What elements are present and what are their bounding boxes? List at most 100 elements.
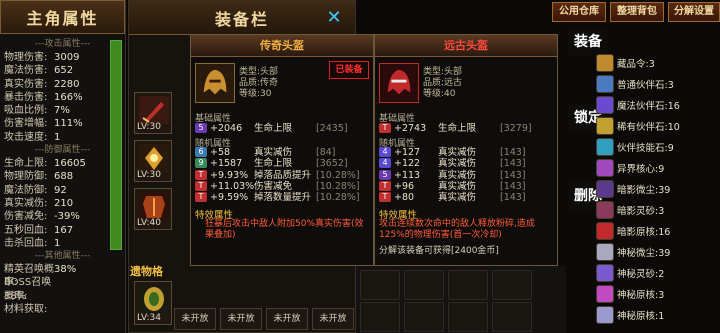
attribute-value: 92 [54, 184, 67, 196]
stat-name: 生命上限 [438, 123, 477, 134]
stat-line: T +9.59% 掉落数量提升 [10.28%] [195, 192, 360, 203]
stat-range: [10.28%] [316, 180, 360, 192]
attribute-value: 688 [54, 171, 74, 183]
attribute-name: 魔法伤害: [4, 65, 48, 77]
equip-slot-necklace[interactable]: LV:30 [134, 140, 172, 182]
legendary-helmet-icon [195, 63, 235, 103]
inventory-item-label: 神秘原核:3 [617, 289, 665, 301]
inventory-item[interactable]: 稀有伙伴石:10 [596, 115, 720, 136]
stat-range: [10.28%] [316, 169, 360, 181]
material-icon [596, 263, 614, 282]
armor-icon [139, 192, 169, 220]
stat-line: 4 +127 真实减伤 [143] [379, 147, 526, 158]
stat-name: 真实减伤 [438, 192, 477, 204]
shared-warehouse-button[interactable]: 公用仓库 [552, 2, 606, 22]
stat-value: +122 [394, 158, 421, 170]
inventory-item[interactable]: 魔法伙伴石:16 [596, 94, 720, 115]
ancient-helmet-icon [379, 63, 419, 103]
inventory-item[interactable]: 伙伴技能石:9 [596, 136, 720, 157]
attribute-name: 材料获取: [4, 304, 48, 316]
bag-cell[interactable] [360, 270, 400, 300]
stat-value: +9.93% [210, 169, 249, 181]
attribute-value: 652 [54, 65, 74, 77]
slot-level: LV:30 [137, 122, 161, 132]
attribute-section-header: ---攻击属性--- [34, 39, 91, 49]
attribute-panel-title: 主角属性 [0, 0, 125, 34]
attribute-value: 1 [54, 237, 61, 249]
bag-cell[interactable] [360, 302, 400, 332]
decompose-settings-button[interactable]: 分解设置 [668, 2, 720, 22]
bag-cell[interactable] [492, 270, 532, 300]
inventory-item-label: 藏品令:3 [617, 58, 655, 70]
item-level: 等级:40 [423, 89, 456, 99]
inventory-item[interactable]: 普通伙伴石:3 [596, 73, 720, 94]
attribute-value: -39% [54, 211, 80, 223]
item-type: 类型:头部 [239, 67, 279, 77]
inventory-item[interactable]: 异界核心:9 [596, 157, 720, 178]
equipped-badge: 已装备 [329, 61, 369, 79]
attribute-name: 38% [4, 290, 27, 302]
inventory-item[interactable]: 藏品令:3 [596, 52, 720, 73]
bag-cell[interactable] [448, 270, 488, 300]
attribute-row: 真实伤害: 2280 [4, 78, 121, 91]
attribute-row: 伤害减免: -39% [4, 210, 121, 223]
stat-name: 掉落品质提升 [254, 169, 312, 181]
bag-cell[interactable] [492, 302, 532, 332]
inventory-item[interactable]: 暗影微尘:39 [596, 178, 720, 199]
bag-cell[interactable] [404, 302, 444, 332]
slot-level: LV:30 [137, 170, 161, 180]
attribute-value: 167 [54, 224, 74, 236]
item-quality: 品质:传奇 [239, 78, 279, 88]
inventory-item[interactable]: 神秘灵砂:2 [596, 262, 720, 283]
inventory-item[interactable]: 神秘原核:1 [596, 304, 720, 325]
stat-tier-icon: 4 [379, 158, 391, 169]
locked-slot[interactable]: 未开放 [312, 308, 354, 330]
attribute-row: 伤害增幅: 111% [4, 117, 121, 130]
locked-slot[interactable]: 未开放 [266, 308, 308, 330]
stat-name: 真实减伤 [254, 147, 293, 158]
material-icon [596, 158, 614, 177]
item-name: 传奇头盔 [191, 35, 373, 57]
attribute-row: 真实减伤: 210 [4, 197, 121, 210]
item-meta: 类型:头部 品质:传奇 等级:30 [239, 67, 278, 100]
attribute-value: 2280 [54, 78, 80, 90]
locked-slot[interactable]: 未开放 [220, 308, 262, 330]
attribute-name: 击杀回血: [4, 237, 48, 249]
attribute-name: 精英召唤概率: [4, 264, 54, 289]
inventory-item[interactable]: 神秘微尘:39 [596, 241, 720, 262]
inventory-item[interactable]: 神秘原核:3 [596, 283, 720, 304]
stat-range: [3652] [316, 158, 348, 170]
stat-range: [143] [500, 192, 526, 204]
attribute-name: 伤害减免: [4, 211, 48, 223]
inventory-item[interactable]: 暗影灵砂:3 [596, 199, 720, 220]
material-icon [596, 53, 614, 72]
equip-slot-weapon[interactable]: LV:30 [134, 92, 172, 134]
sort-bag-button[interactable]: 整理背包 [610, 2, 664, 22]
material-icon [596, 116, 614, 135]
bag-cell[interactable] [404, 270, 444, 300]
material-icon [596, 284, 614, 303]
stat-line: 4 +122 真实减伤 [143] [379, 158, 526, 169]
attribute-value: 166% [54, 91, 83, 103]
relic-slot[interactable]: LV:34 [134, 281, 172, 325]
attribute-section-header: ---其他属性--- [34, 251, 91, 262]
base-attr-list: 5 +2046 生命上限 [2435] [195, 123, 348, 134]
attribute-row: 精英召唤概率: 38% [4, 263, 121, 289]
close-button[interactable]: ✕ [325, 9, 343, 27]
amulet-icon [139, 144, 169, 172]
inventory-item-label: 稀有伙伴石:10 [617, 121, 680, 133]
bag-cell[interactable] [448, 302, 488, 332]
random-attr-list: 6 +58 真实减伤 [84] 9 +1587 生命上限 [3652] T +9.93% 掉落品质提… [195, 147, 360, 203]
stat-range: [143] [500, 180, 526, 192]
bag-grid-area [356, 266, 566, 333]
stat-range: [3279] [500, 123, 532, 134]
attribute-name: 伤害增幅: [4, 118, 48, 130]
stat-tier-icon: T [195, 169, 207, 180]
stat-value: +9.59% [210, 192, 249, 204]
locked-slot[interactable]: 未开放 [174, 308, 216, 330]
stat-tier-icon: 9 [195, 158, 207, 169]
equip-slot-armor[interactable]: LV:40 [134, 188, 172, 230]
inventory-item[interactable]: 暗影原核:16 [596, 220, 720, 241]
equipped-item-tooltip: 传奇头盔 类型:头部 品质:传奇 等级:30 已装备 基础属性 5 +2046 生命… [190, 34, 374, 266]
item-type: 类型:头部 [423, 67, 463, 77]
